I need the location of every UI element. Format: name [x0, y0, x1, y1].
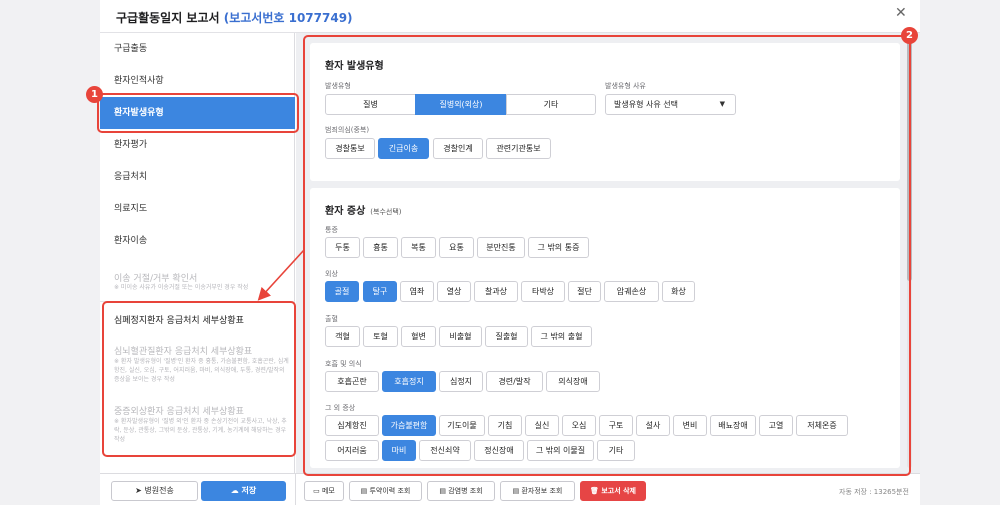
memo-button[interactable]: ▭ 메모: [304, 481, 344, 501]
send-icon: ➤: [135, 486, 142, 495]
sidebar-item-assessment[interactable]: 환자평가: [100, 129, 295, 161]
trash-icon: 🗑: [590, 487, 599, 495]
infection-lookup-button[interactable]: ▤ 감염병 조회: [427, 481, 495, 501]
sidebar-item-first-aid[interactable]: 응급처치: [100, 161, 295, 193]
refusal-note: ※ 미이송 사유가 이송거절 또는 이송거부인 경우 작성: [114, 284, 249, 291]
title-bar: 구급활동일지 보고서 (보고서번호 1077749) ✕: [100, 0, 920, 33]
callout-badge-1: 1: [86, 86, 103, 103]
sidebar-item-dispatch[interactable]: 구급출동: [100, 33, 295, 65]
callout-badge-2: 2: [901, 27, 918, 44]
clipboard-icon: ▤: [439, 487, 446, 495]
clipboard-icon: ▤: [512, 487, 520, 495]
sidebar-footer: ➤ 병원전송 ☁ 저장: [100, 473, 296, 505]
footer-toolbar: ▭ 메모 ▤ 투약이력 조회 ▤ 감염병 조회 ▤ 환자정보 조회 🗑 보고서 …: [296, 473, 920, 505]
close-icon[interactable]: ✕: [895, 5, 907, 21]
memo-icon: ▭: [313, 487, 320, 495]
backdrop-right: [920, 0, 1000, 505]
save-button[interactable]: ☁ 저장: [201, 481, 286, 501]
cloud-upload-icon: ☁: [230, 486, 239, 495]
report-number: (보고서번호 1077749): [223, 11, 353, 25]
backdrop-left: [0, 0, 100, 505]
highlight-box-2: [303, 35, 911, 476]
clipboard-icon: ▤: [360, 487, 368, 495]
window-title-text: 구급활동일지 보고서: [116, 11, 220, 25]
delete-report-button[interactable]: 🗑 보고서 삭제: [580, 481, 646, 501]
window-title: 구급활동일지 보고서 (보고서번호 1077749): [116, 9, 353, 26]
highlight-box-1: [97, 93, 299, 133]
hospital-transfer-button[interactable]: ➤ 병원전송: [111, 481, 198, 501]
sidebar-item-transport[interactable]: 환자이송: [100, 225, 295, 257]
autosave-status: 자동 저장 : 13265분전: [839, 488, 909, 496]
highlight-box-sidebar-cardiac: [102, 301, 296, 457]
sidebar-item-medical-direction[interactable]: 의료지도: [100, 193, 295, 225]
page: 구급활동일지 보고서 (보고서번호 1077749) ✕ 구급출동 환자인적사항…: [0, 0, 1000, 505]
patient-info-lookup-button[interactable]: ▤ 환자정보 조회: [500, 481, 575, 501]
medication-history-button[interactable]: ▤ 투약이력 조회: [349, 481, 422, 501]
